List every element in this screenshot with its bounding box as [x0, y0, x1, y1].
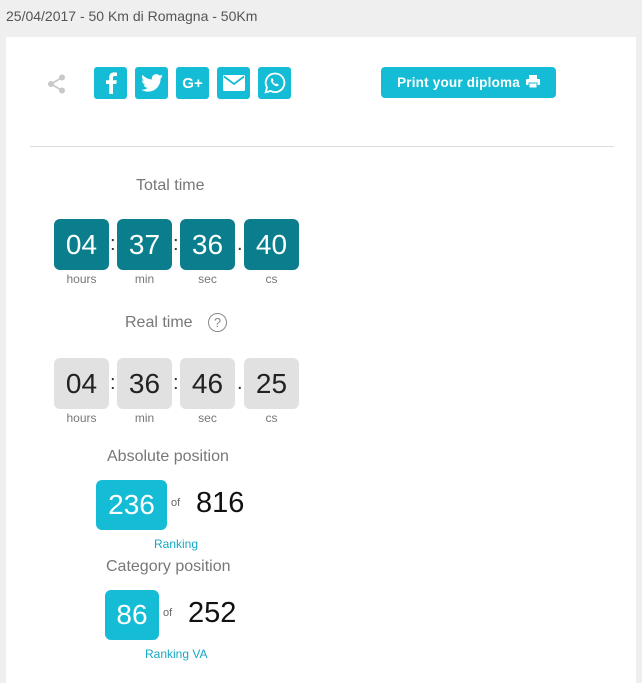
- real-time-hours: 04: [54, 358, 109, 409]
- of-label: of: [171, 497, 181, 509]
- category-position-label: Category position: [106, 558, 231, 575]
- category-position-value: 86: [105, 590, 159, 640]
- real-time-label: Real time: [125, 314, 193, 331]
- race-title: 25/04/2017 - 50 Km di Romagna - 50Km: [6, 8, 258, 24]
- of-label: of: [163, 607, 173, 619]
- time-separator: .: [237, 233, 243, 255]
- unit-sec: sec: [198, 411, 217, 425]
- total-time-sec: 36: [180, 219, 235, 270]
- real-time-min: 36: [117, 358, 172, 409]
- unit-hours: hours: [66, 272, 97, 286]
- unit-cs: cs: [265, 272, 278, 286]
- facebook-share-button[interactable]: [94, 67, 127, 99]
- time-separator: :: [110, 372, 116, 394]
- top-bar: 25/04/2017 - 50 Km di Romagna - 50Km: [0, 0, 642, 36]
- email-icon: [222, 75, 245, 91]
- total-time-cs: 40: [244, 219, 299, 270]
- category-position-total: 252: [188, 597, 237, 629]
- printer-icon: [525, 74, 540, 91]
- unit-cs: cs: [265, 411, 278, 425]
- time-separator: :: [173, 233, 179, 255]
- total-time-display: 04 : 37 : 36 . 40 hours min sec cs: [54, 219, 314, 299]
- divider: [30, 146, 614, 147]
- facebook-icon: [104, 72, 118, 94]
- twitter-icon: [140, 74, 163, 92]
- google-plus-icon: G+: [182, 74, 203, 92]
- time-separator: .: [237, 372, 243, 394]
- print-diploma-button[interactable]: Print your diploma: [381, 67, 556, 98]
- result-card: G+ Print your diploma Total time 04: 37…: [6, 37, 636, 683]
- twitter-share-button[interactable]: [135, 67, 168, 99]
- ranking-va-label: Ranking VA: [145, 647, 208, 661]
- total-time-hours: 04: [54, 219, 109, 270]
- unit-min: min: [134, 272, 155, 286]
- time-separator: :: [173, 372, 179, 394]
- total-time-min: 37: [117, 219, 172, 270]
- google-plus-share-button[interactable]: G+: [176, 67, 209, 99]
- real-time-display: 04 : 36 : 46 . 25 hours min sec cs: [54, 358, 314, 438]
- real-time-sec: 46: [180, 358, 235, 409]
- unit-hours: hours: [66, 411, 97, 425]
- ranking-label: Ranking: [154, 537, 199, 551]
- share-row: G+ Print your diploma: [6, 37, 636, 127]
- absolute-position-total: 816: [196, 487, 245, 519]
- email-share-button[interactable]: [217, 67, 250, 99]
- time-separator: :: [110, 233, 116, 255]
- real-time-cs: 25: [244, 358, 299, 409]
- share-icon[interactable]: [46, 73, 68, 95]
- absolute-position-value: 236: [96, 480, 167, 530]
- help-icon[interactable]: ?: [208, 313, 227, 332]
- print-diploma-label: Print your diploma: [397, 75, 520, 90]
- unit-sec: sec: [198, 272, 217, 286]
- total-time-label: Total time: [136, 177, 205, 194]
- whatsapp-icon: [263, 72, 286, 94]
- absolute-position-label: Absolute position: [107, 448, 229, 465]
- whatsapp-share-button[interactable]: [258, 67, 291, 99]
- unit-min: min: [134, 411, 155, 425]
